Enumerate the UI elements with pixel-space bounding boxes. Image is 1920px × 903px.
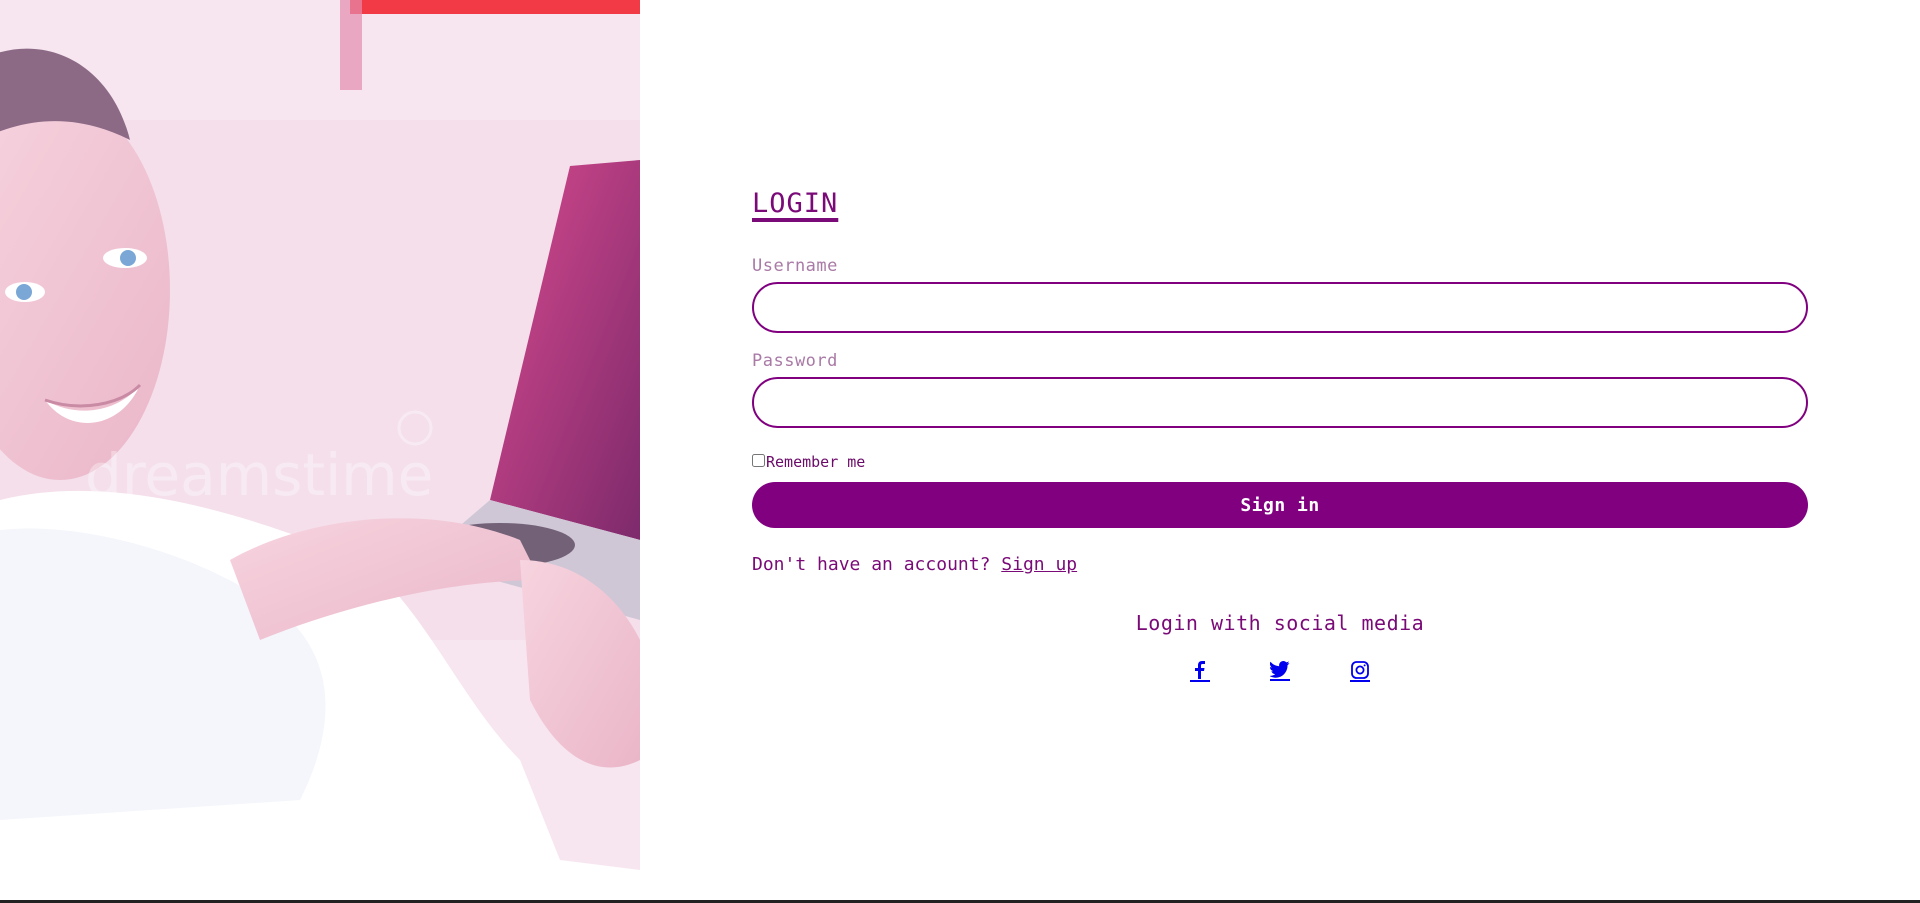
remember-me-checkbox[interactable] <box>752 453 765 467</box>
facebook-link-underline <box>1190 680 1210 682</box>
social-login-title: Login with social media <box>1135 611 1425 635</box>
signup-prompt: Don't have an account? Sign up <box>752 554 1808 575</box>
instagram-icon[interactable] <box>1350 661 1370 682</box>
twitter-link-underline <box>1270 679 1290 681</box>
remember-me-label[interactable]: Remember me <box>766 453 865 471</box>
login-form: LOGIN Username Password Remember me Sign… <box>752 180 1808 682</box>
instagram-glyph <box>1351 661 1369 679</box>
instagram-link-underline <box>1350 680 1370 682</box>
hero-photo-illustration: dreamstime <box>0 0 640 900</box>
password-label: Password <box>752 351 838 371</box>
twitter-icon[interactable] <box>1270 661 1290 682</box>
facebook-glyph <box>1195 661 1205 679</box>
remember-me-row: Remember me <box>752 450 1808 471</box>
watermark-text: dreamstime <box>85 441 433 509</box>
signup-prompt-text: Don't have an account? <box>752 554 991 575</box>
username-label: Username <box>752 256 838 276</box>
sign-up-link[interactable]: Sign up <box>1001 554 1077 575</box>
twitter-glyph <box>1270 661 1290 678</box>
hero-image: dreamstime <box>0 0 640 900</box>
page-title: LOGIN <box>752 188 839 219</box>
social-icons-row <box>752 661 1808 682</box>
login-page: dreamstime LOGIN Username Password Remem… <box>0 0 1920 903</box>
sign-in-button[interactable]: Sign in <box>752 482 1808 528</box>
username-input[interactable] <box>752 282 1808 333</box>
facebook-icon[interactable] <box>1190 661 1210 682</box>
password-input[interactable] <box>752 377 1808 428</box>
